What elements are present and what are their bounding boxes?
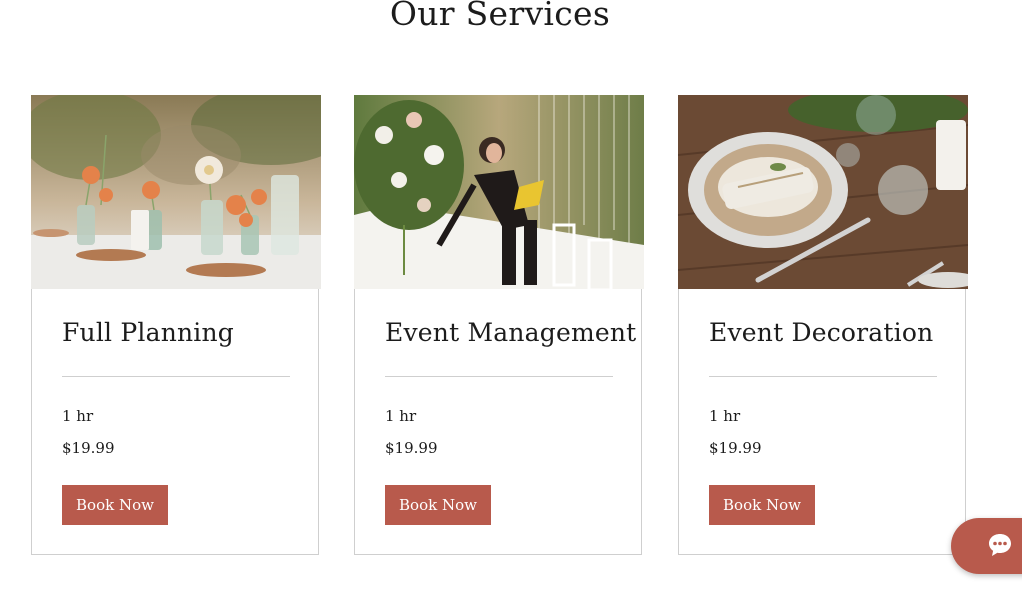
service-duration: 1 hr [385,407,417,425]
service-image-full-planning[interactable] [31,95,321,289]
service-card-event-management[interactable]: Event Management 1 hr $19.99 Book Now [354,95,644,555]
chat-button[interactable] [951,518,1022,574]
service-card-event-decoration[interactable]: Event Decoration 1 hr $19.99 Book Now [678,95,968,555]
book-now-button[interactable]: Book Now [62,485,168,525]
service-price: $19.99 [709,439,762,457]
divider [62,376,290,377]
book-now-button[interactable]: Book Now [385,485,491,525]
service-card-full-planning[interactable]: Full Planning 1 hr $19.99 Book Now [31,95,321,555]
chat-bubble-icon [989,534,1011,556]
section-title: Our Services [389,0,611,33]
divider [709,376,937,377]
service-image-event-management[interactable] [354,95,644,289]
divider [385,376,613,377]
service-duration: 1 hr [709,407,741,425]
service-image-event-decoration[interactable] [678,95,968,289]
service-price: $19.99 [385,439,438,457]
service-title[interactable]: Event Decoration [709,318,933,347]
service-duration: 1 hr [62,407,94,425]
service-title[interactable]: Event Management [385,318,636,347]
service-title[interactable]: Full Planning [62,318,234,347]
service-price: $19.99 [62,439,115,457]
book-now-button[interactable]: Book Now [709,485,815,525]
